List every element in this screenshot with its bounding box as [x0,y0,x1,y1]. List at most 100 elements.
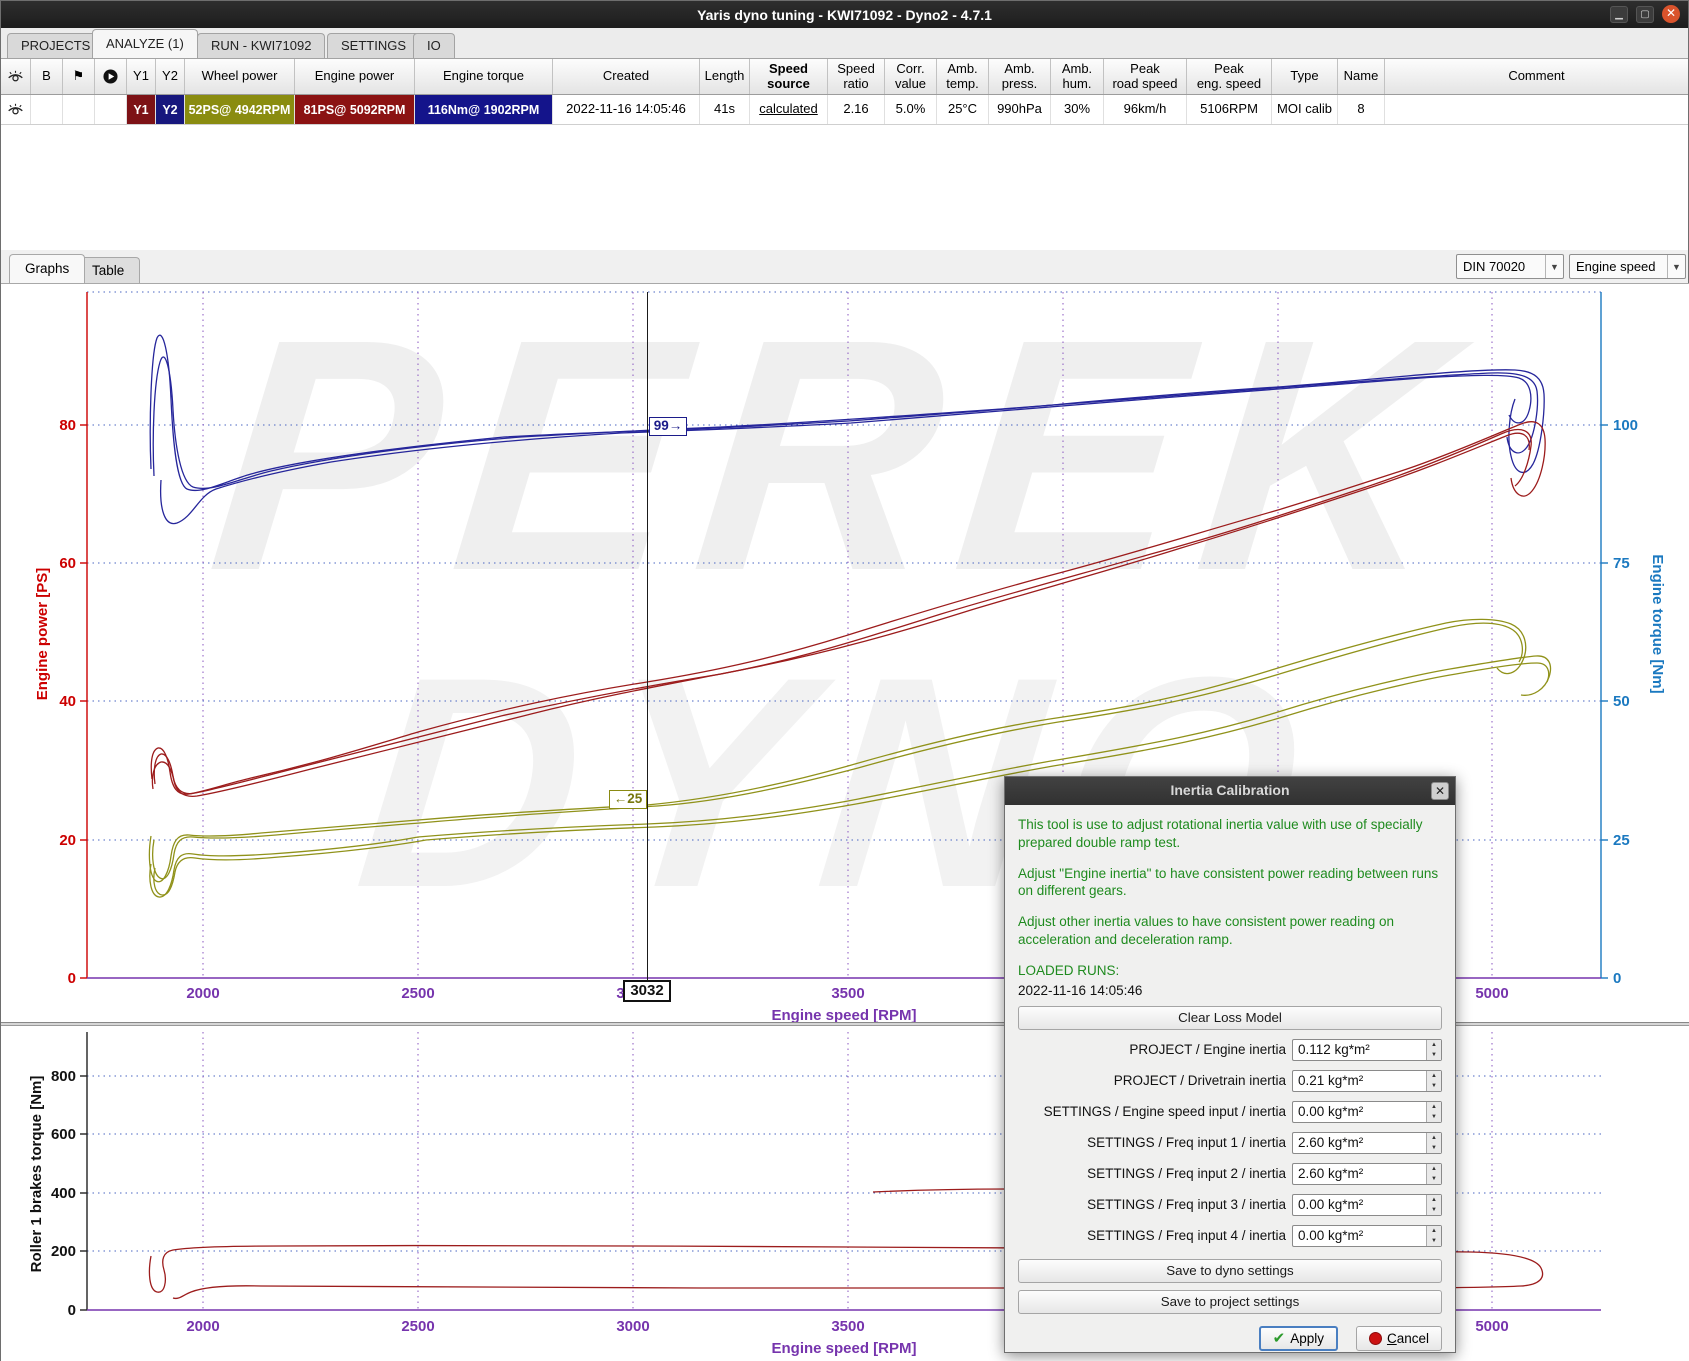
cell-y1[interactable]: Y1 [127,95,156,124]
col-header-comment[interactable]: Comment [1385,59,1688,94]
tab-projects[interactable]: PROJECTS [7,33,104,58]
svg-text:2500: 2500 [401,1318,434,1335]
engine-speed-input-inertia-spinbox[interactable]: 0.00 kg*m² ▲▼ [1292,1101,1442,1123]
play-icon[interactable] [95,59,127,94]
spinner-arrows-icon[interactable]: ▲▼ [1426,1226,1441,1246]
flag-icon[interactable]: ⚑ [63,59,95,94]
tab-table[interactable]: Table [76,257,140,283]
main-horizontal-grid [87,292,1601,840]
cell-peak-road-speed[interactable]: 96km/h [1104,95,1187,124]
dialog-close-icon[interactable]: ✕ [1431,782,1449,800]
cell-play[interactable] [95,95,127,124]
chart-cursor[interactable] [647,292,648,980]
col-header-amb-hum[interactable]: Amb. hum. [1051,59,1104,94]
x-axis-select[interactable]: Engine speed ▼ [1569,254,1686,279]
freq-input-3-inertia-spinbox[interactable]: 0.00 kg*m² ▲▼ [1292,1194,1442,1216]
cell-wheel-power[interactable]: 52PS@ 4942RPM [185,95,295,124]
cell-y2[interactable]: Y2 [156,95,185,124]
cell-b[interactable] [31,95,63,124]
cell-type[interactable]: MOI calib [1272,95,1338,124]
col-header-type[interactable]: Type [1272,59,1338,94]
col-header-length[interactable]: Length [700,59,750,94]
spinner-arrows-icon[interactable]: ▲▼ [1426,1071,1441,1091]
col-header-speed-source[interactable]: Speed source [750,59,828,94]
engine-inertia-value: 0.112 kg*m² [1298,1042,1370,1057]
drivetrain-inertia-spinbox[interactable]: 0.21 kg*m² ▲▼ [1292,1070,1442,1092]
tab-analyze[interactable]: ANALYZE (1) [92,29,198,58]
chevron-down-icon: ▼ [1667,255,1685,278]
stop-icon [1369,1332,1382,1345]
dialog-title-bar[interactable]: Inertia Calibration ✕ [1005,777,1455,805]
save-to-dyno-settings-button[interactable]: Save to dyno settings [1018,1259,1442,1283]
engine-speed-input-inertia-value: 0.00 kg*m² [1298,1104,1363,1119]
spinner-arrows-icon[interactable]: ▲▼ [1426,1102,1441,1122]
spinner-arrows-icon[interactable]: ▲▼ [1426,1040,1441,1060]
freq-input-2-inertia-spinbox[interactable]: 2.60 kg*m² ▲▼ [1292,1163,1442,1185]
minimize-icon[interactable]: ▁ [1610,6,1628,23]
col-header-engine-torque[interactable]: Engine torque [415,59,553,94]
dialog-paragraph-3: Adjust other inertia values to have cons… [1018,913,1442,949]
spinner-arrows-icon[interactable]: ▲▼ [1426,1164,1441,1184]
x-axis-value: Engine speed [1570,259,1667,274]
cell-flag[interactable] [63,95,95,124]
tab-graphs[interactable]: Graphs [9,254,85,283]
cell-comment[interactable] [1385,95,1688,124]
cell-created[interactable]: 2022-11-16 14:05:46 [553,95,700,124]
cell-engine-power[interactable]: 81PS@ 5092RPM [295,95,415,124]
roller-axis-title: Roller 1 brakes torque [Nm] [28,1076,45,1273]
svg-text:3500: 3500 [831,1318,864,1335]
col-header-engine-power[interactable]: Engine power [295,59,415,94]
cell-length[interactable]: 41s [700,95,750,124]
spinner-arrows-icon[interactable]: ▲▼ [1426,1195,1441,1215]
col-header-amb-press[interactable]: Amb. press. [989,59,1051,94]
col-header-y2[interactable]: Y2 [156,59,185,94]
save-to-project-settings-button[interactable]: Save to project settings [1018,1290,1442,1314]
col-header-speed-ratio[interactable]: Speed ratio [828,59,885,94]
cell-amb-press[interactable]: 990hPa [989,95,1051,124]
drivetrain-inertia-label: PROJECT / Drivetrain inertia [1114,1073,1286,1088]
cell-peak-eng-speed[interactable]: 5106RPM [1187,95,1272,124]
apply-button[interactable]: ✔ Apply [1259,1326,1338,1351]
col-header-peak-eng-speed[interactable]: Peak eng. speed [1187,59,1272,94]
col-header-created[interactable]: Created [553,59,700,94]
cell-corr-value[interactable]: 5.0% [885,95,937,124]
svg-text:100: 100 [1613,417,1638,434]
spinner-arrows-icon[interactable]: ▲▼ [1426,1133,1441,1153]
freq-input-1-inertia-spinbox[interactable]: 2.60 kg*m² ▲▼ [1292,1132,1442,1154]
tab-settings[interactable]: SETTINGS [327,33,420,58]
maximize-icon[interactable]: ▢ [1636,6,1654,23]
freq-input-4-inertia-spinbox[interactable]: 0.00 kg*m² ▲▼ [1292,1225,1442,1247]
cell-engine-torque[interactable]: 116Nm@ 1902RPM [415,95,553,124]
col-header-name[interactable]: Name [1338,59,1385,94]
cell-name[interactable]: 8 [1338,95,1385,124]
col-header-corr-value[interactable]: Corr. value [885,59,937,94]
clear-loss-model-button[interactable]: Clear Loss Model [1018,1006,1442,1030]
eye-icon[interactable] [1,59,31,94]
svg-text:200: 200 [51,1243,76,1260]
cell-amb-temp[interactable]: 25°C [937,95,989,124]
table-row[interactable]: Y1 Y2 52PS@ 4942RPM 81PS@ 5092RPM 116Nm@… [1,95,1688,125]
cell-speed-source[interactable]: calculated [750,95,828,124]
drivetrain-inertia-value: 0.21 kg*m² [1298,1073,1363,1088]
tab-run[interactable]: RUN - KWI71092 [197,33,325,58]
col-header-wheel-power[interactable]: Wheel power [185,59,295,94]
torque-axis-ticks: 100 75 50 25 0 [1613,417,1638,987]
svg-text:50: 50 [1613,693,1630,710]
cancel-button[interactable]: Cancel [1356,1326,1442,1351]
dialog-paragraph-1: This tool is use to adjust rotational in… [1018,816,1442,852]
col-header-peak-road-speed[interactable]: Peak road speed [1104,59,1187,94]
col-header-b[interactable]: B [31,59,63,94]
close-icon[interactable]: ✕ [1662,5,1680,23]
tab-io[interactable]: IO [413,33,455,58]
freq-input-2-inertia-label: SETTINGS / Freq input 2 / inertia [1087,1166,1286,1181]
cell-amb-hum[interactable]: 30% [1051,95,1104,124]
cell-speed-ratio[interactable]: 2.16 [828,95,885,124]
svg-text:400: 400 [51,1185,76,1202]
engine-inertia-spinbox[interactable]: 0.112 kg*m² ▲▼ [1292,1039,1442,1061]
col-header-y1[interactable]: Y1 [127,59,156,94]
freq-input-1-inertia-value: 2.60 kg*m² [1298,1135,1363,1150]
eye-icon[interactable] [1,95,31,124]
loaded-run-timestamp: 2022-11-16 14:05:46 [1018,983,1442,998]
col-header-amb-temp[interactable]: Amb. temp. [937,59,989,94]
svg-text:75: 75 [1613,555,1630,572]
